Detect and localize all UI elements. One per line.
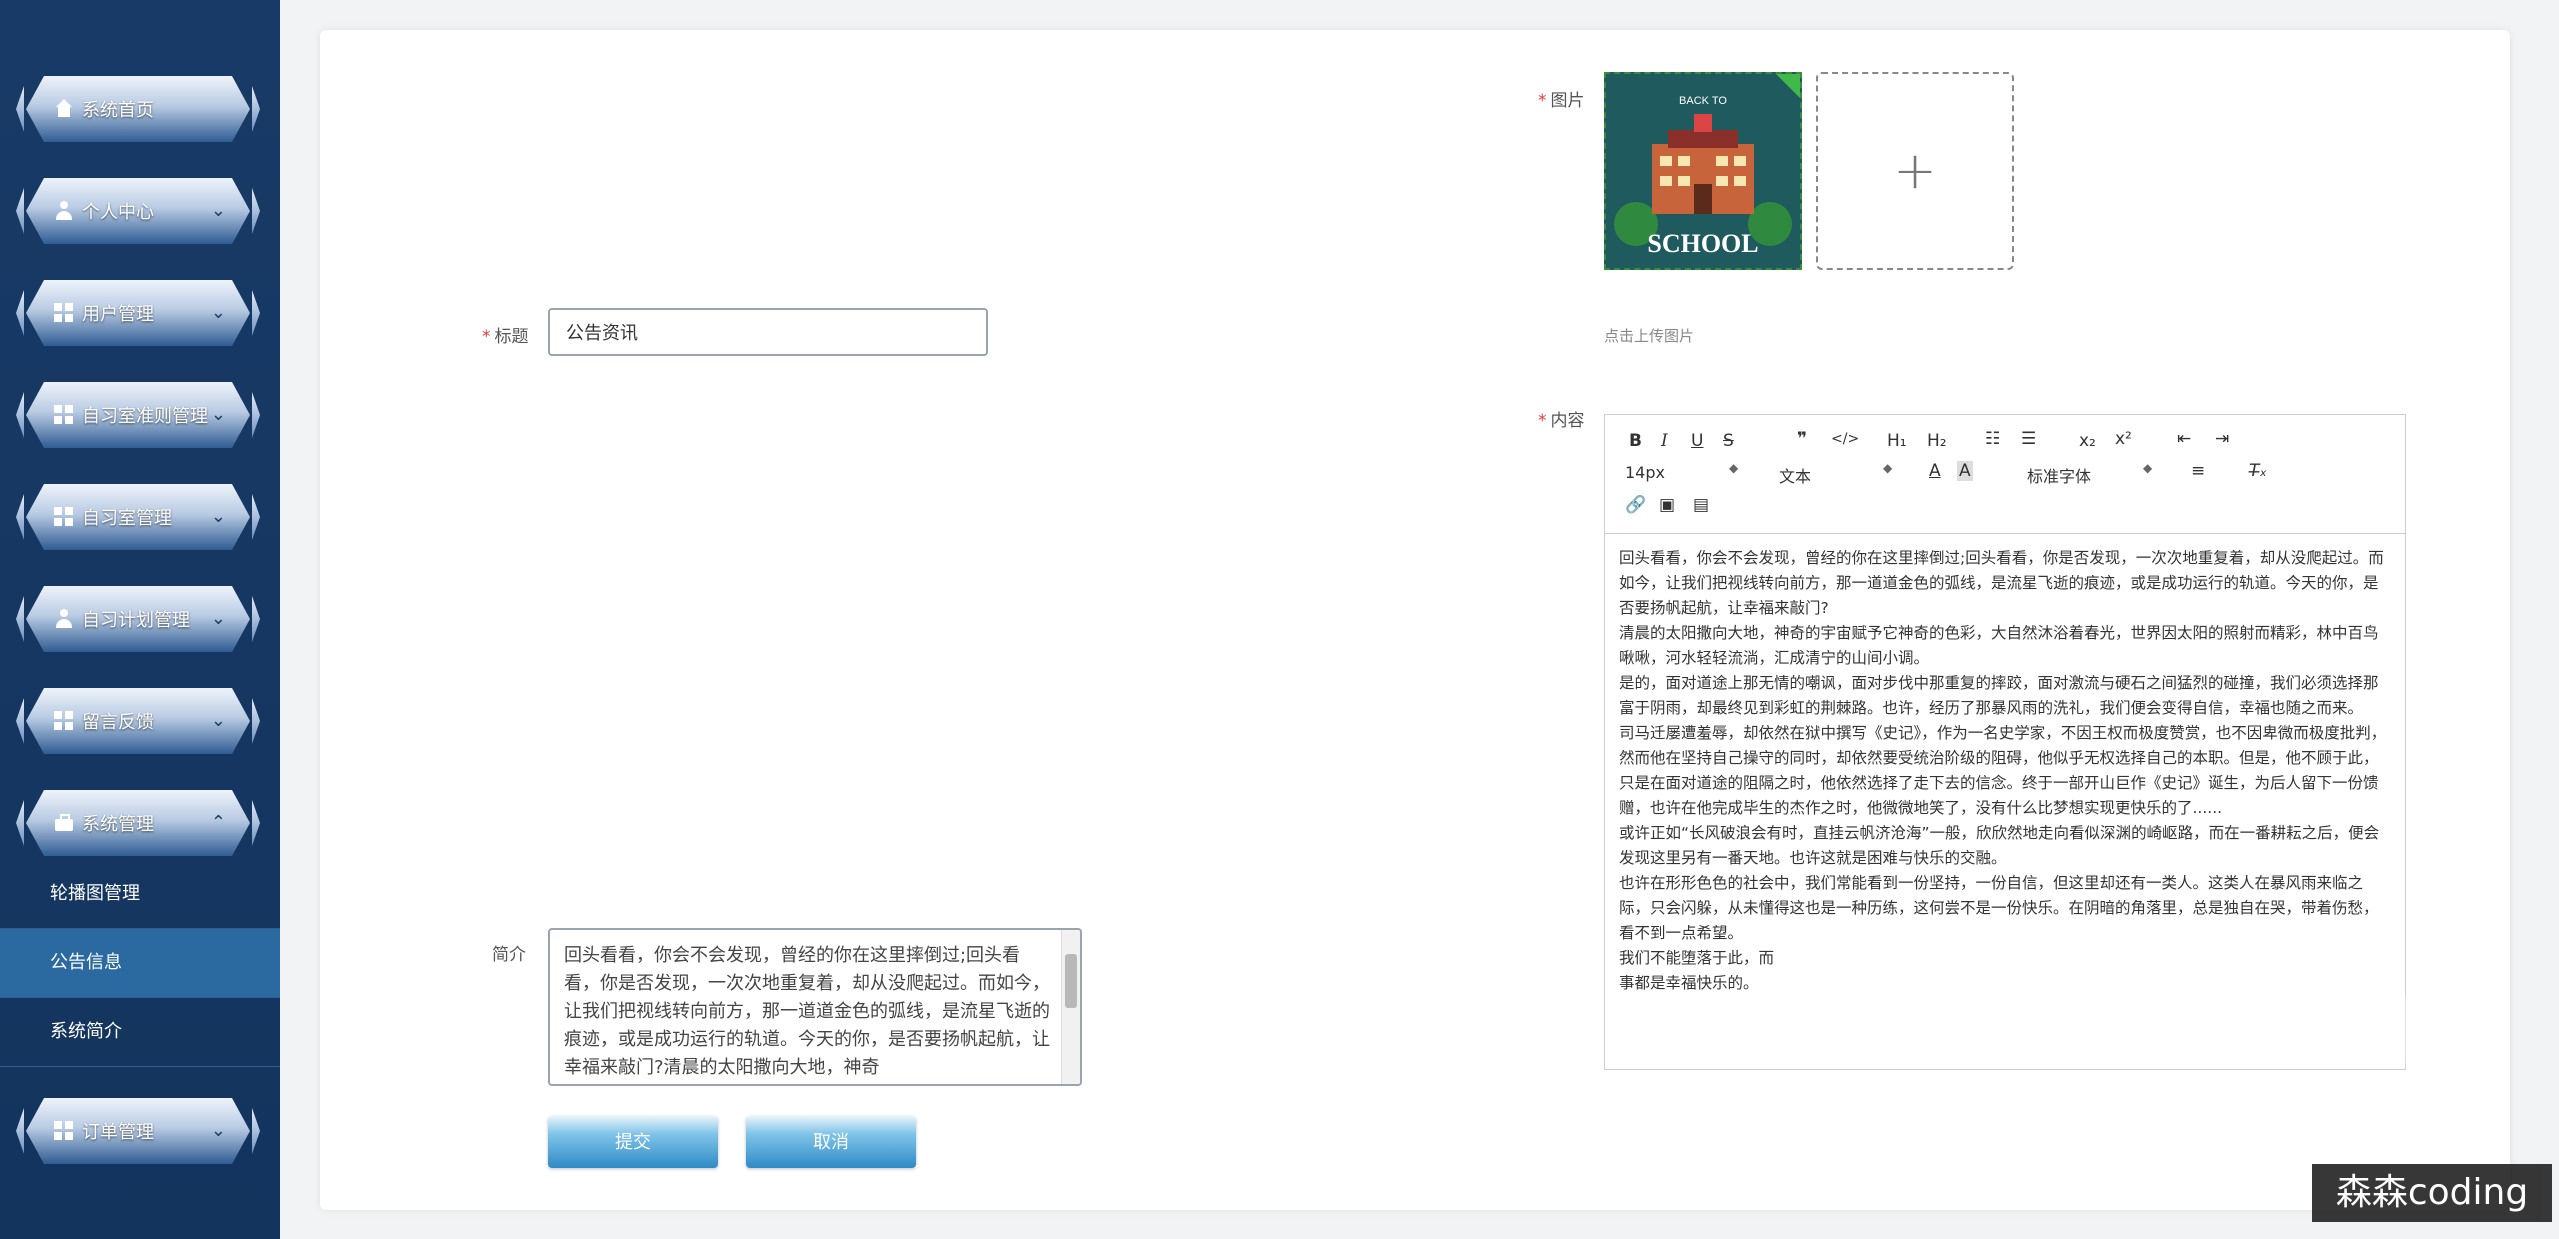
- ordered-list-icon[interactable]: ☷: [1985, 429, 2000, 449]
- chevron-down-icon: ⌄: [210, 506, 226, 527]
- submenu-system-intro[interactable]: 系统简介: [0, 998, 280, 1067]
- link-icon[interactable]: 🔗: [1625, 495, 1646, 515]
- sidebar-item-personal-center[interactable]: 个人中心 ⌄: [16, 174, 260, 248]
- summary-label: 简介: [492, 945, 526, 965]
- code-block-button[interactable]: </>: [1831, 431, 1859, 447]
- superscript-button[interactable]: x²: [2115, 429, 2132, 449]
- heading1-button[interactable]: H₁: [1887, 431, 1907, 451]
- chevron-down-icon: ⌄: [210, 302, 226, 323]
- sidebar-item-system[interactable]: 系统管理 ⌃: [16, 786, 260, 860]
- content-paragraph: 我们不能堕落于此，而: [1619, 949, 1775, 967]
- font-family-select[interactable]: 标准字体: [2027, 463, 2091, 487]
- image-icon[interactable]: ▣: [1659, 495, 1675, 515]
- summary-textarea[interactable]: 回头看看，你会不会发现，曾经的你在这里摔倒过;回头看看，你是否发现，一次次地重复…: [548, 928, 1082, 1086]
- sidebar-item-label: 订单管理: [82, 1122, 154, 1143]
- sidebar-item-study-room-rules[interactable]: 自习室准则管理 ⌄: [16, 378, 260, 452]
- rich-text-editor: B I U S ❞ </> H₁ H₂ ☷ ☰ x₂ x² ⇤ ⇥ 14px ◆…: [1604, 414, 2406, 1070]
- sidebar-item-label: 个人中心: [82, 202, 154, 223]
- sidebar-item-label: 自习计划管理: [82, 610, 190, 631]
- content-paragraph: 回头看看，你会不会发现，曾经的你在这里摔倒过;回头看看，你是否发现，一次次地重复…: [1619, 549, 2384, 617]
- upload-hint: 点击上传图片: [1604, 327, 1695, 345]
- cancel-button[interactable]: 取消: [746, 1116, 916, 1168]
- sidebar-item-label: 自习室准则管理: [82, 406, 208, 427]
- home-icon: [54, 99, 74, 119]
- sidebar-item-label: 用户管理: [82, 304, 154, 325]
- grid-icon: [54, 711, 74, 731]
- user-icon: [54, 201, 74, 221]
- grid-icon: [54, 1121, 74, 1141]
- outdent-icon[interactable]: ⇤: [2177, 429, 2191, 449]
- content-label: * 内容: [1538, 411, 1585, 431]
- grid-icon: [54, 507, 74, 527]
- heading2-button[interactable]: H₂: [1927, 431, 1947, 451]
- grid-icon: [54, 303, 74, 323]
- underline-button[interactable]: U: [1691, 431, 1703, 451]
- image-label: * 图片: [1538, 91, 1585, 111]
- content-paragraph: 是的，面对道途上那无情的嘲讽，面对步伐中那重复的摔跤，面对激流与硬石之间猛烈的碰…: [1619, 674, 2379, 717]
- title-input[interactable]: [548, 308, 988, 356]
- submit-button[interactable]: 提交: [548, 1116, 718, 1168]
- sidebar-item-label: 自习室管理: [82, 508, 172, 529]
- chevron-down-icon: ⌄: [210, 404, 226, 425]
- image-thumb-top-text: BACK TO: [1679, 95, 1727, 107]
- content-paragraph: 也许在形形色色的社会中，我们常能看到一份坚持，一份自信，但这里却还有一类人。这类…: [1619, 874, 2379, 942]
- grid-icon: [54, 405, 74, 425]
- submenu-announcement[interactable]: 公告信息: [0, 929, 280, 998]
- image-thumb-text: SCHOOL: [1647, 229, 1758, 258]
- content-paragraph: 事都是幸福快乐的。: [1619, 974, 1759, 992]
- plus-icon: +: [1893, 141, 1937, 201]
- uploaded-image-thumbnail[interactable]: BACK TO SCHOOL: [1604, 72, 1802, 270]
- sidebar-item-label: 留言反馈: [82, 712, 154, 733]
- school-illustration: BACK TO SCHOOL: [1606, 74, 1800, 268]
- summary-scrollbar[interactable]: [1061, 930, 1080, 1084]
- sidebar-item-study-room[interactable]: 自习室管理 ⌄: [16, 480, 260, 554]
- clear-format-icon[interactable]: T̶ₓ: [2249, 461, 2267, 481]
- indent-icon[interactable]: ⇥: [2215, 429, 2229, 449]
- sidebar-item-feedback[interactable]: 留言反馈 ⌄: [16, 684, 260, 758]
- sidebar-item-study-plan[interactable]: 自习计划管理 ⌄: [16, 582, 260, 656]
- briefcase-icon: [54, 813, 74, 833]
- content-paragraph: 或许正如“长风破浪会有时，直挂云帆济沧海”一般，欣欣然地走向看似深渊的崎岖路，而…: [1619, 824, 2380, 867]
- text-type-select[interactable]: 文本: [1779, 463, 1811, 487]
- chevron-down-icon: ⌄: [210, 710, 226, 731]
- bullet-list-icon[interactable]: ☰: [2021, 429, 2036, 449]
- font-size-select[interactable]: 14px: [1625, 463, 1665, 482]
- blurred-overlay: [1790, 995, 2405, 1065]
- editor-content[interactable]: 回头看看，你会不会发现，曾经的你在这里摔倒过;回头看看，你是否发现，一次次地重复…: [1605, 534, 2405, 1069]
- watermark: 森森coding: [2312, 1164, 2552, 1222]
- content-paragraph: 司马迁屡遭羞辱，却依然在狱中撰写《史记》，作为一名史学家，不因王权而极度赞赏，也…: [1619, 724, 2387, 817]
- sidebar-item-label: 系统首页: [82, 100, 154, 121]
- chevron-down-icon: ⌄: [210, 608, 226, 629]
- sidebar-item-label: 系统管理: [82, 814, 154, 835]
- sidebar-item-home[interactable]: 系统首页: [16, 72, 260, 146]
- sidebar-item-orders[interactable]: 订单管理 ⌄: [16, 1094, 260, 1168]
- editor-toolbar: B I U S ❞ </> H₁ H₂ ☷ ☰ x₂ x² ⇤ ⇥ 14px ◆…: [1605, 415, 2405, 534]
- sidebar: 系统首页 个人中心 ⌄ 用户管理 ⌄ 自习室准则管理 ⌄ 自习室管理 ⌄ 自习计…: [0, 0, 280, 1239]
- title-label: * 标题: [482, 327, 529, 347]
- chevron-down-icon: ⌄: [210, 200, 226, 221]
- italic-button[interactable]: I: [1661, 431, 1668, 451]
- font-color-icon[interactable]: A: [1929, 461, 1941, 481]
- align-icon[interactable]: ≡: [2191, 461, 2205, 481]
- chevron-down-icon: ⌄: [210, 1120, 226, 1141]
- strikethrough-button[interactable]: S: [1723, 431, 1734, 451]
- user-icon: [54, 609, 74, 629]
- image-upload-button[interactable]: +: [1816, 72, 2014, 270]
- system-submenu: 轮播图管理 公告信息 系统简介: [0, 860, 280, 1067]
- video-icon[interactable]: ▤: [1693, 495, 1709, 515]
- background-color-icon[interactable]: A: [1957, 461, 1973, 481]
- bold-button[interactable]: B: [1629, 431, 1642, 451]
- submenu-carousel[interactable]: 轮播图管理: [0, 860, 280, 929]
- chevron-up-icon: ⌃: [210, 812, 226, 833]
- summary-text: 回头看看，你会不会发现，曾经的你在这里摔倒过;回头看看，你是否发现，一次次地重复…: [564, 945, 1050, 1078]
- content-paragraph: 清晨的太阳撒向大地，神奇的宇宙赋予它神奇的色彩，大自然沐浴着春光，世界因太阳的照…: [1619, 624, 2379, 667]
- blockquote-icon[interactable]: ❞: [1797, 429, 1807, 449]
- sidebar-item-user-management[interactable]: 用户管理 ⌄: [16, 276, 260, 350]
- subscript-button[interactable]: x₂: [2079, 431, 2096, 451]
